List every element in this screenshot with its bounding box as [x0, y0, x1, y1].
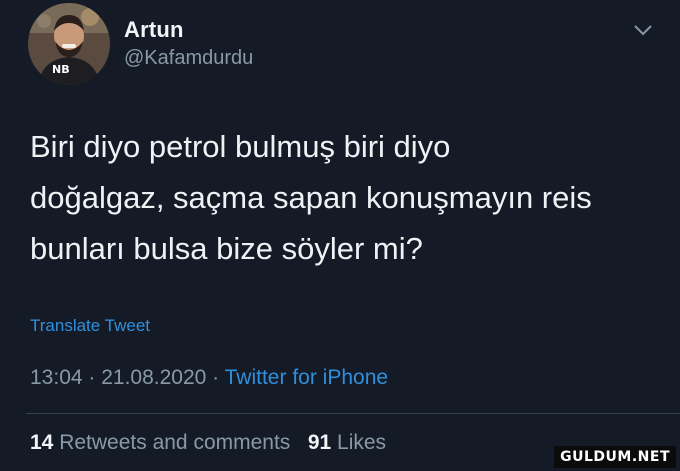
tweet-meta: 13:04 · 21.08.2020 · Twitter for iPhone [30, 366, 388, 390]
watermark: GULDUM.NET [554, 446, 676, 468]
author-name[interactable]: Artun [124, 17, 184, 43]
likes-count[interactable]: 91 [308, 431, 331, 454]
retweets-label[interactable]: Retweets and comments [59, 431, 290, 454]
translate-tweet-link[interactable]: Translate Tweet [30, 316, 150, 336]
tweet-time: 13:04 [30, 366, 83, 389]
tweet-stats: 14 Retweets and comments 91 Likes [30, 431, 386, 455]
author-handle[interactable]: @Kafamdurdu [124, 47, 253, 70]
divider [26, 413, 680, 414]
chevron-down-icon[interactable] [632, 22, 654, 38]
meta-separator: · [82, 366, 102, 389]
avatar-logo-text: NB [52, 63, 70, 76]
likes-label[interactable]: Likes [337, 431, 386, 454]
retweets-count[interactable]: 14 [30, 431, 53, 454]
tweet-text: Biri diyo petrol bulmuş biri diyo doğalg… [30, 129, 592, 266]
tweet-source-link[interactable]: Twitter for iPhone [225, 366, 388, 389]
tweet-date: 21.08.2020 [101, 366, 207, 389]
meta-separator: · [206, 366, 225, 389]
avatar[interactable]: NB [28, 3, 110, 85]
